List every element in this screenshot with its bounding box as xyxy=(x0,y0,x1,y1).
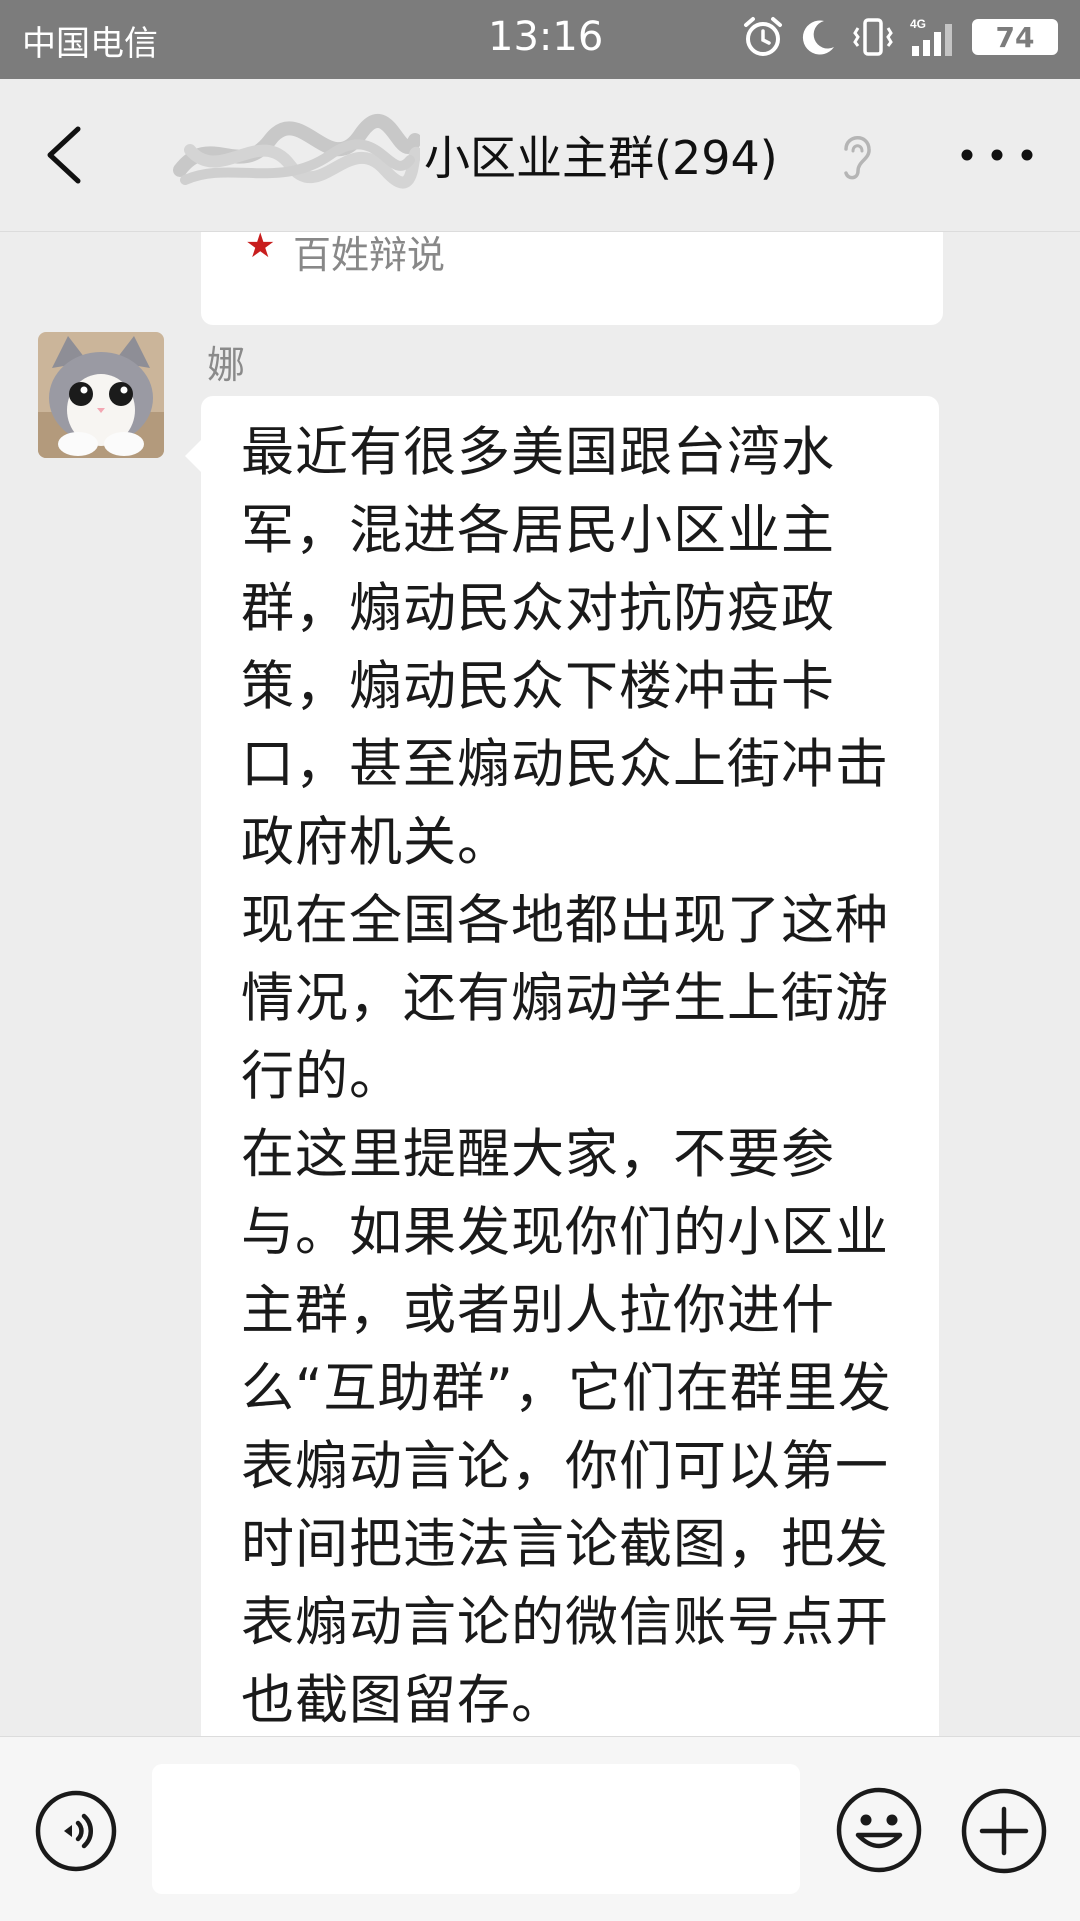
message-text: 最近有很多美国跟台湾水军，混进各居民小区业主群，煽动民众对抗防疫政策，煽动民众下… xyxy=(241,422,892,1731)
network-type-label: 4G xyxy=(910,17,926,31)
message-input[interactable] xyxy=(152,1764,800,1894)
chat-title: 小区业主群(294) xyxy=(424,131,778,185)
moon-icon xyxy=(798,17,838,57)
chat-header: 小区业主群(294) xyxy=(0,79,1080,232)
battery-icon: 74 xyxy=(972,19,1058,55)
carrier-name: 中国电信 xyxy=(22,24,158,64)
input-bar xyxy=(0,1736,1080,1921)
signal-icon: 4G xyxy=(908,16,958,58)
chat-title-area[interactable]: 小区业主群(294) xyxy=(170,114,778,195)
chat-area[interactable]: ★ 百姓辩说 娜 最近有很多美国跟台湾水军，混进各居民小区业主群，煽动民众对抗防… xyxy=(0,232,1080,1736)
star-icon: ★ xyxy=(245,232,276,266)
status-bar: 中国电信 13:16 4G 74 xyxy=(0,0,1080,79)
cat-avatar-image xyxy=(38,332,164,458)
ear-icon xyxy=(844,136,871,180)
status-icons: 4G 74 xyxy=(742,16,1058,58)
voice-icon[interactable] xyxy=(34,1789,118,1873)
message-bubble[interactable]: 最近有很多美国跟台湾水军，混进各居民小区业主群，煽动民众对抗防疫政策，煽动民众下… xyxy=(185,396,939,1736)
battery-level: 74 xyxy=(995,20,1035,54)
alarm-icon xyxy=(742,16,784,58)
back-arrow-icon[interactable] xyxy=(40,123,90,187)
article-source-label: 百姓辩说 xyxy=(293,233,446,277)
shared-article-card[interactable]: ★ 百姓辩说 xyxy=(201,232,943,325)
smiley-icon[interactable] xyxy=(834,1785,924,1875)
more-dots-icon[interactable] xyxy=(955,139,1055,171)
vibrate-icon xyxy=(852,16,894,58)
status-time: 13:16 xyxy=(488,14,604,60)
plus-icon[interactable] xyxy=(960,1787,1048,1875)
avatar[interactable] xyxy=(38,332,164,458)
redaction-scribble xyxy=(173,114,420,189)
sender-name: 娜 xyxy=(207,343,246,387)
